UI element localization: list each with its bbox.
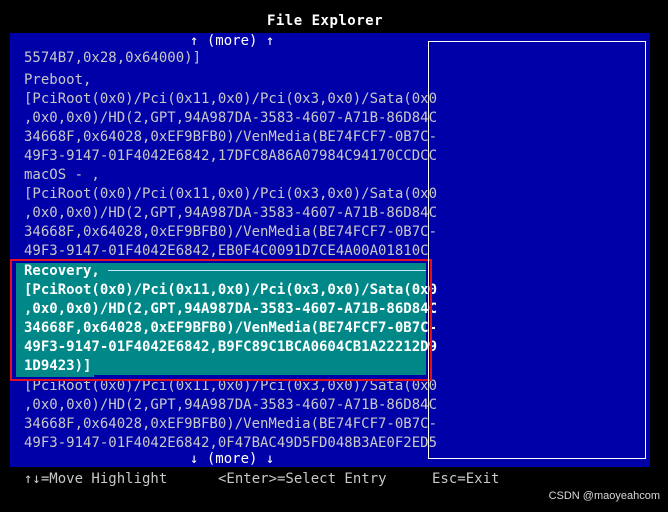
list-line: ,0x0,0x0)/HD(2,GPT,94A987DA-3583-4607-A7… (24, 205, 438, 221)
move-highlight-hint: ↑↓=Move Highlight (24, 471, 168, 487)
list-line: 49F3-9147-01F4042E6842,17DFC8A86A07984C9… (24, 148, 438, 164)
more-up-indicator[interactable]: ↑ (more) ↑ (190, 33, 280, 49)
selection-outline (10, 259, 432, 381)
list-line: 34668F,0x64028,0xEF9BFB0)/VenMedia(BE74F… (24, 416, 438, 432)
list-line: [PciRoot(0x0)/Pci(0x11,0x0)/Pci(0x3,0x0)… (24, 91, 438, 107)
list-line: 5574B7,0x28,0x64000)] (24, 50, 202, 66)
details-pane (428, 41, 646, 459)
watermark: CSDN @maoyeahcom (548, 490, 660, 502)
entry-list[interactable]: 5574B7,0x28,0x64000)] Preboot, [PciRoot(… (10, 33, 437, 467)
entry-macos-label[interactable]: macOS - , (24, 166, 100, 185)
select-entry-hint: <Enter>=Select Entry (218, 471, 387, 487)
more-down-indicator[interactable]: ↓ (more) ↓ (190, 451, 280, 467)
entry-preboot-label[interactable]: Preboot, (24, 71, 91, 90)
list-line: ,0x0,0x0)/HD(2,GPT,94A987DA-3583-4607-A7… (24, 110, 438, 126)
list-line: [PciRoot(0x0)/Pci(0x11,0x0)/Pci(0x3,0x0)… (24, 186, 438, 202)
list-line: ,0x0,0x0)/HD(2,GPT,94A987DA-3583-4607-A7… (24, 397, 438, 413)
exit-hint: Esc=Exit (432, 471, 500, 487)
window-title: File Explorer (266, 13, 384, 29)
status-bar: ↑↓=Move Highlight <Enter>=Select Entry E… (0, 471, 668, 491)
file-explorer-panel: 5574B7,0x28,0x64000)] Preboot, [PciRoot(… (10, 33, 650, 467)
list-line: 34668F,0x64028,0xEF9BFB0)/VenMedia(BE74F… (24, 224, 438, 240)
list-line: 34668F,0x64028,0xEF9BFB0)/VenMedia(BE74F… (24, 129, 438, 145)
